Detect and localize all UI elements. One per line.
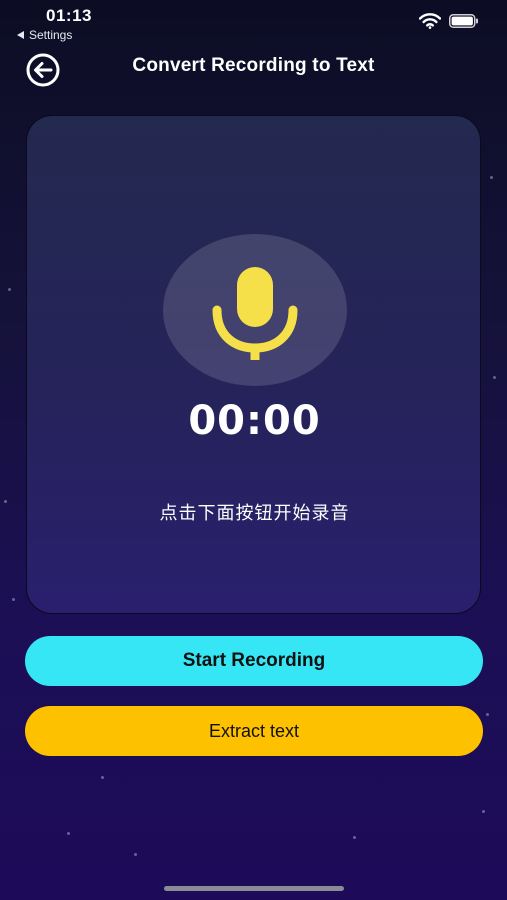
- recording-timer: 00:00: [188, 398, 321, 444]
- star-decoration: [101, 776, 104, 779]
- star-decoration: [493, 376, 496, 379]
- page-title: Convert Recording to Text: [132, 55, 375, 76]
- extract-text-button[interactable]: Extract text: [25, 706, 483, 756]
- battery-icon: [449, 14, 478, 28]
- microphone-icon: [212, 267, 298, 360]
- status-bar: 01:13 Settings: [0, 0, 507, 48]
- back-to-app-link[interactable]: Settings: [17, 28, 72, 42]
- back-triangle-icon: [17, 31, 24, 39]
- start-recording-button[interactable]: Start Recording: [25, 636, 483, 686]
- status-time: 01:13: [46, 6, 92, 25]
- star-decoration: [134, 853, 137, 856]
- star-decoration: [486, 713, 489, 716]
- wifi-icon: [419, 13, 441, 29]
- star-decoration: [482, 810, 485, 813]
- mic-badge: [163, 234, 347, 386]
- back-to-app-label: Settings: [29, 28, 73, 42]
- star-decoration: [12, 598, 15, 601]
- star-decoration: [490, 176, 493, 179]
- star-decoration: [8, 288, 11, 291]
- home-indicator[interactable]: [164, 886, 344, 891]
- star-decoration: [353, 836, 356, 839]
- star-decoration: [4, 500, 7, 503]
- star-decoration: [67, 832, 70, 835]
- recorder-card: 00:00 点击下面按钮开始录音: [26, 115, 481, 614]
- recording-hint: 点击下面按钮开始录音: [159, 503, 350, 524]
